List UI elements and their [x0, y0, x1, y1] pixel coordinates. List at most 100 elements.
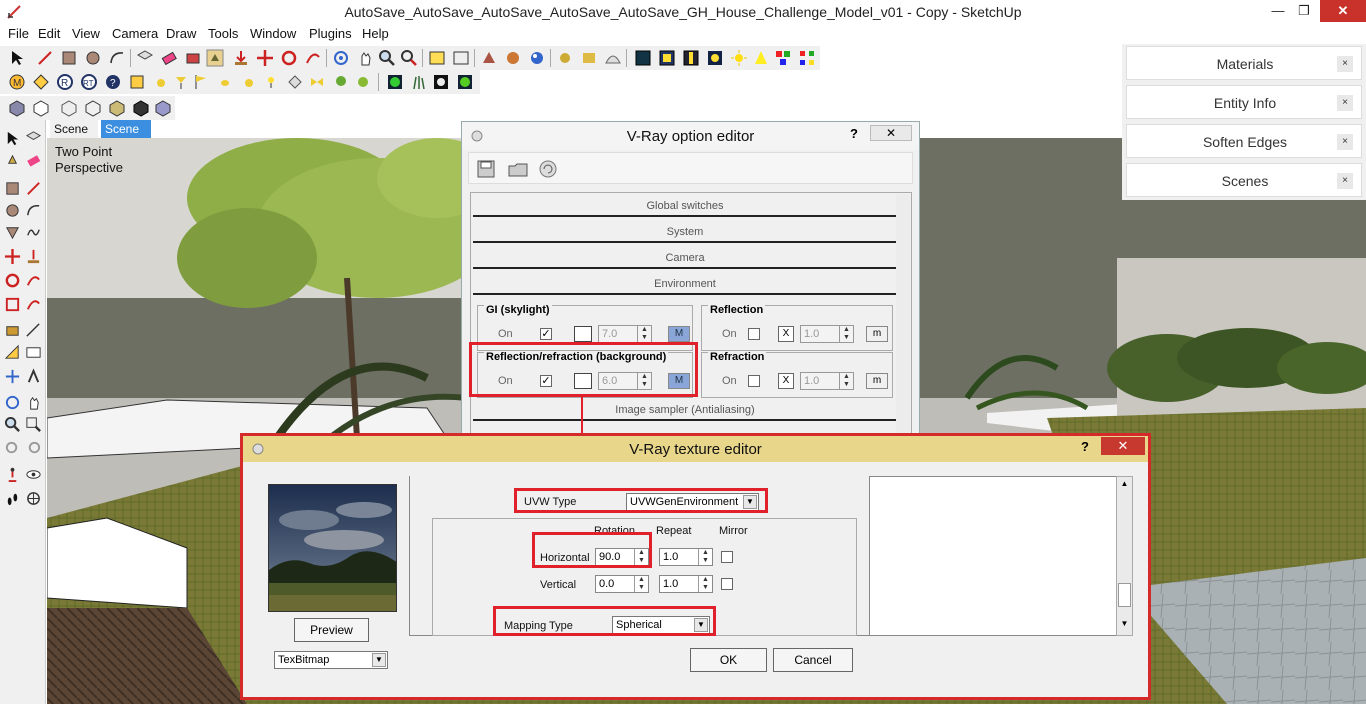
foliage-icon[interactable] — [456, 73, 474, 91]
select-icon[interactable] — [8, 49, 26, 67]
plugin-tag-icon[interactable] — [32, 73, 50, 91]
walk-icon[interactable] — [4, 490, 21, 507]
minimize-button[interactable]: — — [1264, 0, 1292, 22]
push-pull-icon[interactable] — [232, 49, 250, 67]
orbit-icon[interactable] — [332, 49, 350, 67]
spinner-arrows-icon[interactable]: ▲ ▼ — [634, 576, 648, 592]
plugin-bulb-icon[interactable] — [262, 73, 280, 91]
plugin-flag-icon[interactable] — [192, 73, 210, 91]
circle-icon[interactable] — [84, 49, 102, 67]
help-button[interactable]: ? — [850, 126, 858, 141]
dimension-tool-icon[interactable] — [25, 322, 42, 339]
scene-tab-6[interactable]: Scene 6 — [101, 120, 151, 154]
previous-view-icon[interactable] — [4, 440, 21, 457]
menu-tools[interactable]: Tools — [208, 26, 238, 41]
vray-frame-buffer-icon[interactable] — [634, 49, 652, 67]
refraction-map-button[interactable]: m — [866, 373, 888, 389]
plugin-bush-icon[interactable] — [354, 73, 372, 91]
tray-panel-scenes[interactable]: Scenes × — [1126, 163, 1362, 197]
eraser-tool-icon[interactable] — [25, 152, 42, 169]
textured-icon[interactable] — [132, 99, 150, 117]
reset-icon[interactable] — [537, 158, 559, 180]
vertical-repeat-input[interactable]: 1.0 ▲ ▼ — [659, 575, 713, 593]
close-icon[interactable]: × — [1337, 173, 1353, 189]
vray-sphere-icon[interactable] — [706, 49, 724, 67]
vray-color-grid-icon[interactable] — [798, 49, 816, 67]
zoom-window-tool-icon[interactable] — [25, 416, 42, 433]
menu-view[interactable]: View — [72, 26, 100, 41]
iso-view-icon[interactable] — [8, 99, 26, 117]
protractor-tool-icon[interactable] — [4, 344, 21, 361]
zoom-icon[interactable] — [378, 49, 396, 67]
refraction-color-x[interactable]: X — [778, 373, 794, 389]
push-pull-tool-icon[interactable] — [25, 248, 42, 265]
rollout-system[interactable]: System — [473, 221, 897, 243]
get-models-icon[interactable] — [428, 49, 446, 67]
save-icon[interactable] — [475, 158, 497, 180]
make-component-icon[interactable] — [136, 49, 154, 67]
close-icon[interactable]: × — [1337, 95, 1353, 111]
scrollbar-thumb[interactable] — [1118, 583, 1131, 607]
next-view-icon[interactable] — [25, 440, 42, 457]
texture-editor-close-button[interactable]: ✕ — [1101, 437, 1145, 455]
shaded-icon[interactable] — [108, 99, 126, 117]
3d-text-tool-icon[interactable] — [25, 368, 42, 385]
plugin-m-icon[interactable]: M — [8, 73, 26, 91]
ok-button[interactable]: OK — [690, 648, 767, 672]
hair-icon[interactable] — [432, 73, 450, 91]
spinner-arrows-icon[interactable]: ▲ ▼ — [637, 326, 651, 342]
tape-measure-icon[interactable] — [184, 49, 202, 67]
axes-tool-icon[interactable] — [4, 368, 21, 385]
move-icon[interactable] — [256, 49, 274, 67]
menu-edit[interactable]: Edit — [38, 26, 60, 41]
follow-me-tool-icon[interactable] — [25, 272, 42, 289]
monochrome-icon[interactable] — [154, 99, 172, 117]
dropdown-arrow-icon[interactable]: ▼ — [372, 653, 386, 667]
rollout-global-switches[interactable]: Global switches — [473, 195, 897, 217]
spinner-arrows-icon[interactable]: ▲ ▼ — [839, 373, 853, 389]
gi-on-checkbox[interactable]: ✓ — [540, 328, 552, 340]
position-camera-icon[interactable] — [4, 466, 21, 483]
rollout-image-sampler[interactable]: Image sampler (Antialiasing) — [473, 399, 897, 421]
tape-tool-icon[interactable] — [4, 322, 21, 339]
tray-panel-entity-info[interactable]: Entity Info × — [1126, 85, 1362, 119]
texture-type-select[interactable]: TexBitmap ▼ — [274, 651, 388, 669]
texture-editor-scrollbar[interactable]: ▲ ▼ — [1116, 476, 1133, 636]
refraction-multiplier-input[interactable]: 1.0 ▲ ▼ — [800, 372, 854, 390]
circle-tool-icon[interactable] — [4, 202, 21, 219]
rollout-camera[interactable]: Camera — [473, 247, 897, 269]
look-around-icon[interactable] — [25, 466, 42, 483]
fur-icon[interactable] — [386, 73, 404, 91]
plugin-dot-icon[interactable] — [216, 73, 234, 91]
menu-draw[interactable]: Draw — [166, 26, 196, 41]
rollout-environment[interactable]: Environment — [473, 273, 897, 295]
gi-map-button[interactable]: M — [668, 326, 690, 342]
scale-tool-icon[interactable] — [4, 296, 21, 313]
vray-spot-icon[interactable] — [752, 49, 770, 67]
restore-button[interactable]: ❐ — [1290, 0, 1318, 22]
plugin-bow-icon[interactable] — [308, 73, 326, 91]
vray-sun-icon[interactable] — [730, 49, 748, 67]
eraser-icon[interactable] — [160, 49, 178, 67]
open-folder-icon[interactable] — [507, 158, 529, 180]
arc-icon[interactable] — [108, 49, 126, 67]
menu-file[interactable]: File — [8, 26, 29, 41]
vray-batch-icon[interactable] — [682, 49, 700, 67]
paint-tool-icon[interactable] — [4, 152, 21, 169]
rectangle-tool-icon[interactable] — [4, 180, 21, 197]
reflection-color-x[interactable]: X — [778, 326, 794, 342]
close-icon[interactable]: × — [1337, 56, 1353, 72]
reflection-map-button[interactable]: m — [866, 326, 888, 342]
option-editor-close-button[interactable]: ✕ — [870, 125, 912, 141]
grass-icon[interactable] — [410, 73, 428, 91]
preview-button[interactable]: Preview — [294, 618, 369, 642]
tray-panel-materials[interactable]: Materials × — [1126, 46, 1362, 80]
menu-help[interactable]: Help — [362, 26, 389, 41]
plugin-diamond-icon[interactable] — [286, 73, 304, 91]
zoom-tool-icon[interactable] — [4, 416, 21, 433]
help-button[interactable]: ? — [1081, 439, 1089, 454]
vertical-rotation-input[interactable]: 0.0 ▲ ▼ — [595, 575, 649, 593]
horizontal-repeat-input[interactable]: 1.0 ▲ ▼ — [659, 548, 713, 566]
cancel-button[interactable]: Cancel — [773, 648, 853, 672]
pan-icon[interactable] — [356, 49, 374, 67]
